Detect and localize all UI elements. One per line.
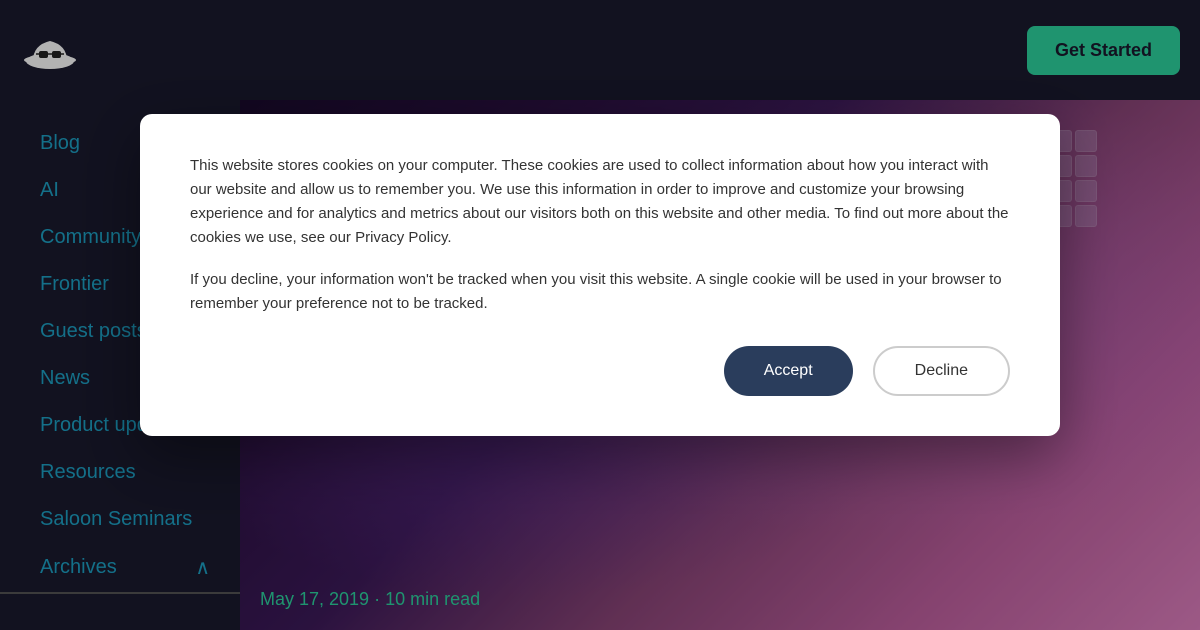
accept-button[interactable]: Accept [724, 346, 853, 396]
modal-overlay: This website stores cookies on your comp… [0, 0, 1200, 630]
cookie-text-2: If you decline, your information won't b… [190, 268, 1010, 316]
cookie-text-1: This website stores cookies on your comp… [190, 154, 1010, 250]
cookie-modal: This website stores cookies on your comp… [140, 114, 1060, 436]
decline-button[interactable]: Decline [873, 346, 1010, 396]
modal-actions: Accept Decline [190, 346, 1010, 396]
